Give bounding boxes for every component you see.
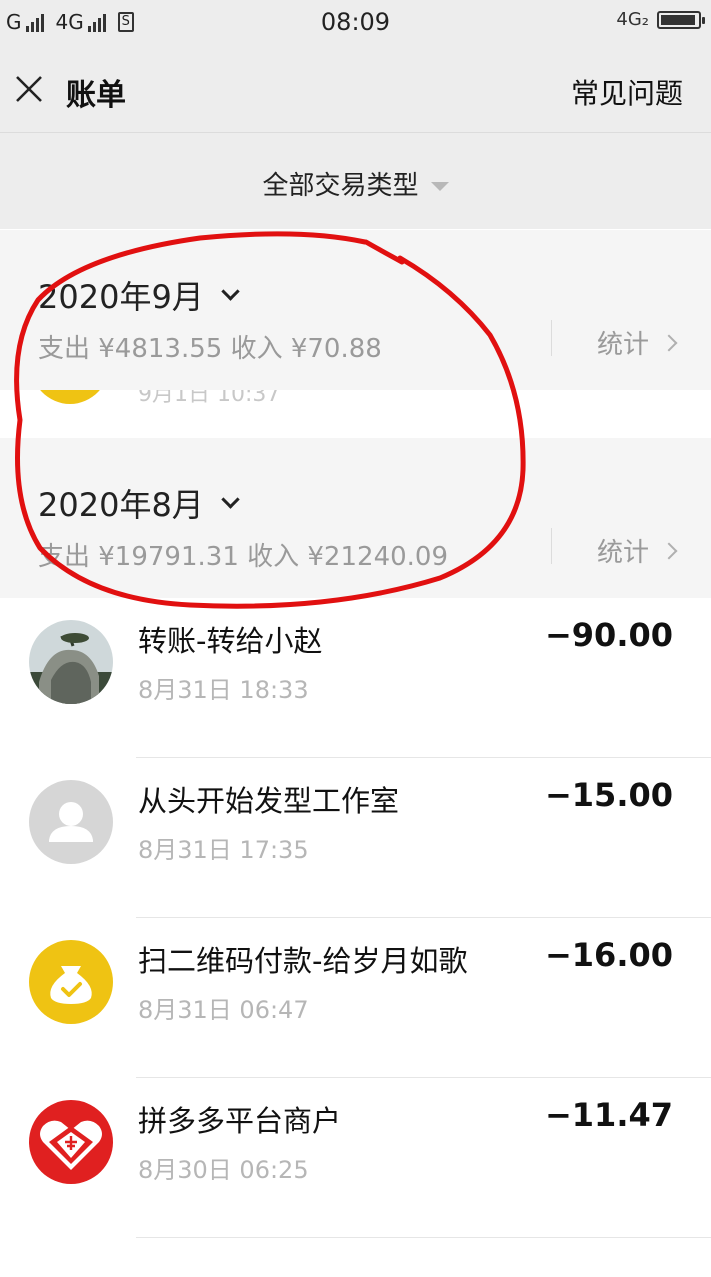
network-label: 4G₂ xyxy=(616,9,649,30)
divider xyxy=(551,528,552,564)
month-header-sep: 2020年9月 支出 ¥4813.55 收入 ¥70.88 统计 xyxy=(0,230,711,390)
transaction-type-filter[interactable]: 全部交易类型 xyxy=(0,165,711,202)
page-title: 账单 xyxy=(66,78,126,113)
battery-icon xyxy=(657,10,705,29)
filter-bar: 全部交易类型 xyxy=(0,133,711,229)
item-title: 拼多多平台商户 xyxy=(138,1104,342,1138)
status-right: 4G₂ xyxy=(616,9,705,30)
avatar xyxy=(29,1100,113,1184)
list-item[interactable]: 转账-转给小赵 8月31日 18:33 −90.00 xyxy=(0,598,711,758)
default-user-icon xyxy=(29,780,113,864)
stats-label: 统计 xyxy=(596,538,649,568)
item-time: 8月31日 18:33 xyxy=(138,676,309,704)
item-amount: −16.00 xyxy=(544,936,673,974)
month-picker[interactable]: 2020年9月 xyxy=(38,272,240,318)
status-time: 08:09 xyxy=(320,8,391,36)
list-item[interactable]: 拼多多平台商户 8月30日 06:25 −11.47 xyxy=(0,1078,711,1238)
chevron-down-icon xyxy=(221,281,240,301)
item-time: 8月31日 06:47 xyxy=(138,996,309,1024)
chevron-down-icon xyxy=(221,489,240,509)
chevron-right-icon xyxy=(660,334,678,351)
money-bag-icon xyxy=(29,940,113,1024)
stats-label: 统计 xyxy=(596,330,649,360)
avatar xyxy=(29,780,113,864)
partial-list-item[interactable]: 9月1日 10:37 xyxy=(0,390,711,438)
stats-button[interactable]: 统计 xyxy=(596,532,678,569)
item-title: 从头开始发型工作室 xyxy=(138,784,400,818)
faq-link[interactable]: 常见问题 xyxy=(571,72,683,112)
item-time: 8月31日 17:35 xyxy=(138,836,309,864)
landscape-photo-icon xyxy=(29,620,113,704)
item-amount: −11.47 xyxy=(544,1096,673,1134)
pinduoduo-logo xyxy=(29,1100,113,1184)
filter-label: 全部交易类型 xyxy=(262,171,419,201)
chevron-right-icon xyxy=(660,542,678,559)
divider xyxy=(551,320,552,356)
month-title: 2020年8月 xyxy=(38,486,204,524)
item-title: 转账-转给小赵 xyxy=(138,624,323,658)
list-item[interactable]: 扫二维码付款-给岁月如歌 8月31日 06:47 −16.00 xyxy=(0,918,711,1078)
stats-button[interactable]: 统计 xyxy=(596,324,678,361)
status-bar: G 4G S 08:09 4G₂ xyxy=(0,0,711,48)
caret-down-icon xyxy=(430,182,449,191)
month-title: 2020年9月 xyxy=(38,278,204,316)
item-title: 扫二维码付款-给岁月如歌 xyxy=(138,944,468,978)
month-summary: 支出 ¥4813.55 收入 ¥70.88 xyxy=(38,334,382,364)
nav-bar: 账单 常见问题 xyxy=(0,48,711,133)
month-header-aug: 2020年8月 支出 ¥19791.31 收入 ¥21240.09 统计 xyxy=(0,438,711,598)
partial-item-time: 9月1日 10:37 xyxy=(138,390,281,407)
divider xyxy=(136,1237,711,1238)
month-summary: 支出 ¥19791.31 收入 ¥21240.09 xyxy=(38,542,448,572)
close-icon[interactable] xyxy=(12,72,46,106)
item-amount: −15.00 xyxy=(544,776,673,814)
item-time: 8月30日 06:25 xyxy=(138,1156,309,1184)
avatar xyxy=(29,940,113,1024)
month-picker[interactable]: 2020年8月 xyxy=(38,480,240,526)
avatar xyxy=(29,620,113,704)
list-item[interactable]: 从头开始发型工作室 8月31日 17:35 −15.00 xyxy=(0,758,711,918)
item-amount: −90.00 xyxy=(544,616,673,654)
wallet-avatar xyxy=(30,390,110,404)
